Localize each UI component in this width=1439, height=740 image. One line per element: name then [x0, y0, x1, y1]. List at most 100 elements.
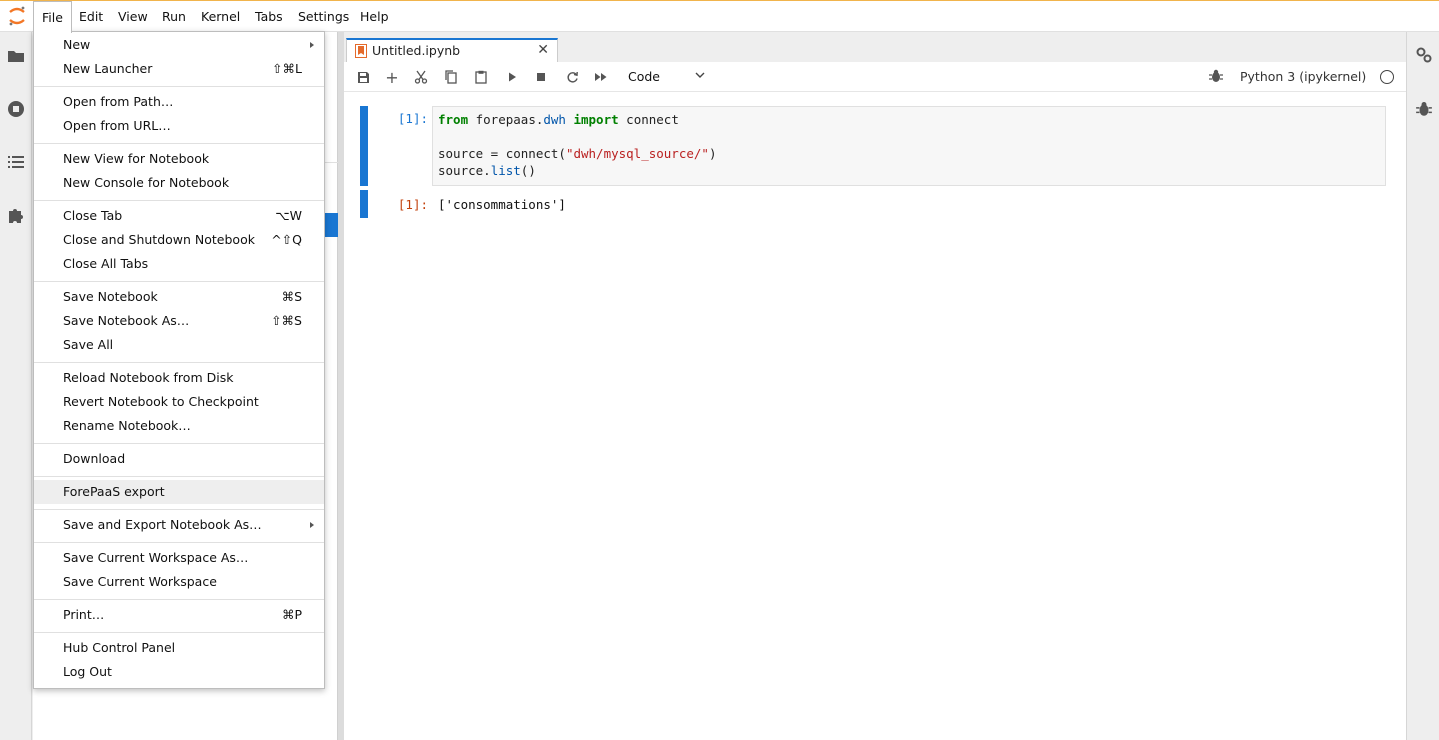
tab-bar: Untitled.ipynb ✕: [344, 32, 1406, 63]
restart-icon[interactable]: [563, 68, 581, 86]
menu-item-hub-control-panel[interactable]: Hub Control Panel: [34, 636, 324, 660]
menu-item-label: Reload Notebook from Disk: [63, 370, 234, 385]
chevron-down-icon[interactable]: [694, 69, 706, 81]
menu-item-label: Open from Path…: [63, 94, 174, 109]
notebook-toolbar: + Code Python 3 (ipykernel): [344, 62, 1406, 92]
menu-help-label: Help: [360, 9, 389, 24]
jupyter-logo-icon[interactable]: [7, 5, 27, 27]
menu-edit[interactable]: Edit: [71, 1, 111, 32]
output-cell-indicator[interactable]: [360, 190, 368, 218]
code-token: forepaas: [468, 112, 536, 127]
paste-icon[interactable]: [472, 68, 490, 86]
menu-item-close-tab[interactable]: Close Tab ⌥W: [34, 204, 324, 228]
cut-icon[interactable]: [412, 68, 430, 86]
tab-untitled-notebook[interactable]: Untitled.ipynb ✕: [346, 38, 558, 63]
debugger-bug-icon[interactable]: [1208, 68, 1224, 84]
menu-item-open-from-path[interactable]: Open from Path…: [34, 90, 324, 114]
tab-title: Untitled.ipynb: [372, 43, 461, 58]
menu-item-label: New Launcher: [63, 61, 153, 76]
cell-type-select[interactable]: Code: [628, 68, 660, 86]
menu-help[interactable]: Help: [352, 1, 397, 32]
menu-settings-label: Settings: [298, 9, 350, 24]
menu-item-reload-notebook[interactable]: Reload Notebook from Disk: [34, 366, 324, 390]
menu-file-label: File: [42, 10, 63, 25]
file-browser-selected-row[interactable]: [323, 213, 338, 237]
code-token: import: [565, 112, 619, 127]
debugger-bug-icon[interactable]: [1415, 100, 1433, 118]
menu-item-print[interactable]: Print… ⌘P: [34, 603, 324, 627]
menu-file[interactable]: File: [33, 1, 72, 33]
running-sessions-icon[interactable]: [6, 99, 26, 119]
submenu-arrow-icon: [310, 42, 314, 48]
folder-icon[interactable]: [6, 46, 26, 66]
menubar: File Edit View Run Kernel Tabs Settings …: [0, 0, 1439, 33]
menu-item-label: Rename Notebook…: [63, 418, 191, 433]
menu-item-save-workspace-as[interactable]: Save Current Workspace As…: [34, 546, 324, 570]
menu-item-label: Save Current Workspace: [63, 574, 217, 589]
code-token: source = connect(: [438, 146, 566, 161]
menu-item-label: Save Current Workspace As…: [63, 550, 249, 565]
menu-separator: [34, 509, 324, 510]
code-cell-editor[interactable]: from forepaas.dwh import connect source …: [432, 106, 1386, 186]
code-line-3: source = connect("dwh/mysql_source/"): [438, 145, 716, 162]
right-sidebar: [1406, 32, 1439, 740]
menu-item-new[interactable]: New: [34, 33, 324, 57]
menu-kernel[interactable]: Kernel: [193, 1, 248, 32]
menu-item-save-all[interactable]: Save All: [34, 333, 324, 357]
menu-item-save-notebook[interactable]: Save Notebook ⌘S: [34, 285, 324, 309]
property-inspector-gears-icon[interactable]: [1415, 46, 1433, 64]
menu-view[interactable]: View: [110, 1, 156, 32]
left-sidebar: [0, 32, 32, 740]
extensions-puzzle-icon[interactable]: [6, 205, 26, 225]
menu-separator: [34, 443, 324, 444]
copy-icon[interactable]: [442, 68, 460, 86]
save-icon[interactable]: [354, 68, 372, 86]
menu-item-rename-notebook[interactable]: Rename Notebook…: [34, 414, 324, 438]
active-cell-indicator: [360, 106, 368, 186]
menu-item-shortcut: ⌘S: [281, 289, 302, 304]
menu-tabs[interactable]: Tabs: [247, 1, 291, 32]
menu-item-label: Log Out: [63, 664, 112, 679]
menu-item-log-out[interactable]: Log Out: [34, 660, 324, 684]
menu-separator: [34, 281, 324, 282]
menu-item-new-view-for-notebook[interactable]: New View for Notebook: [34, 147, 324, 171]
table-of-contents-icon[interactable]: [6, 152, 26, 172]
close-icon[interactable]: ✕: [537, 41, 549, 59]
menu-item-shortcut: ⌥W: [275, 208, 302, 223]
menu-item-new-console-for-notebook[interactable]: New Console for Notebook: [34, 171, 324, 195]
menu-item-label: Revert Notebook to Checkpoint: [63, 394, 259, 409]
menu-kernel-label: Kernel: [201, 9, 241, 24]
code-token: from: [438, 112, 469, 127]
menu-item-label: ForePaaS export: [63, 484, 165, 499]
code-token: "dwh/mysql_source/": [565, 146, 709, 161]
menu-item-close-all-tabs[interactable]: Close All Tabs: [34, 252, 324, 276]
menu-item-close-and-shutdown[interactable]: Close and Shutdown Notebook ^⇧Q: [34, 228, 324, 252]
run-icon[interactable]: [503, 68, 521, 86]
add-cell-icon[interactable]: +: [383, 68, 401, 87]
file-menu-dropdown: New New Launcher ⇧⌘L Open from Path… Open…: [33, 31, 325, 689]
menu-separator: [34, 632, 324, 633]
stop-icon[interactable]: [532, 68, 550, 86]
menu-view-label: View: [118, 9, 148, 24]
menu-item-label: Close All Tabs: [63, 256, 149, 271]
output-prompt: [1]:: [397, 197, 428, 212]
code-line-4: source.list(): [438, 162, 536, 179]
menu-settings[interactable]: Settings: [290, 1, 357, 32]
menu-item-save-notebook-as[interactable]: Save Notebook As… ⇧⌘S: [34, 309, 324, 333]
code-token: (): [520, 163, 536, 178]
menu-run[interactable]: Run: [154, 1, 194, 32]
menu-item-forepaas-export[interactable]: ForePaaS export: [34, 480, 324, 504]
menu-item-label: Close Tab: [63, 208, 123, 223]
menu-run-label: Run: [162, 9, 186, 24]
menu-item-label: Print…: [63, 607, 105, 622]
fast-forward-icon[interactable]: [592, 68, 610, 86]
menu-item-open-from-url[interactable]: Open from URL…: [34, 114, 324, 138]
menu-item-new-launcher[interactable]: New Launcher ⇧⌘L: [34, 57, 324, 81]
menu-item-save-and-export-as[interactable]: Save and Export Notebook As…: [34, 513, 324, 537]
kernel-name[interactable]: Python 3 (ipykernel): [1240, 68, 1366, 86]
menu-item-revert-notebook[interactable]: Revert Notebook to Checkpoint: [34, 390, 324, 414]
menu-item-save-workspace[interactable]: Save Current Workspace: [34, 570, 324, 594]
menu-item-label: Save Notebook: [63, 289, 158, 304]
code-token: source.: [438, 163, 491, 178]
menu-item-download[interactable]: Download: [34, 447, 324, 471]
